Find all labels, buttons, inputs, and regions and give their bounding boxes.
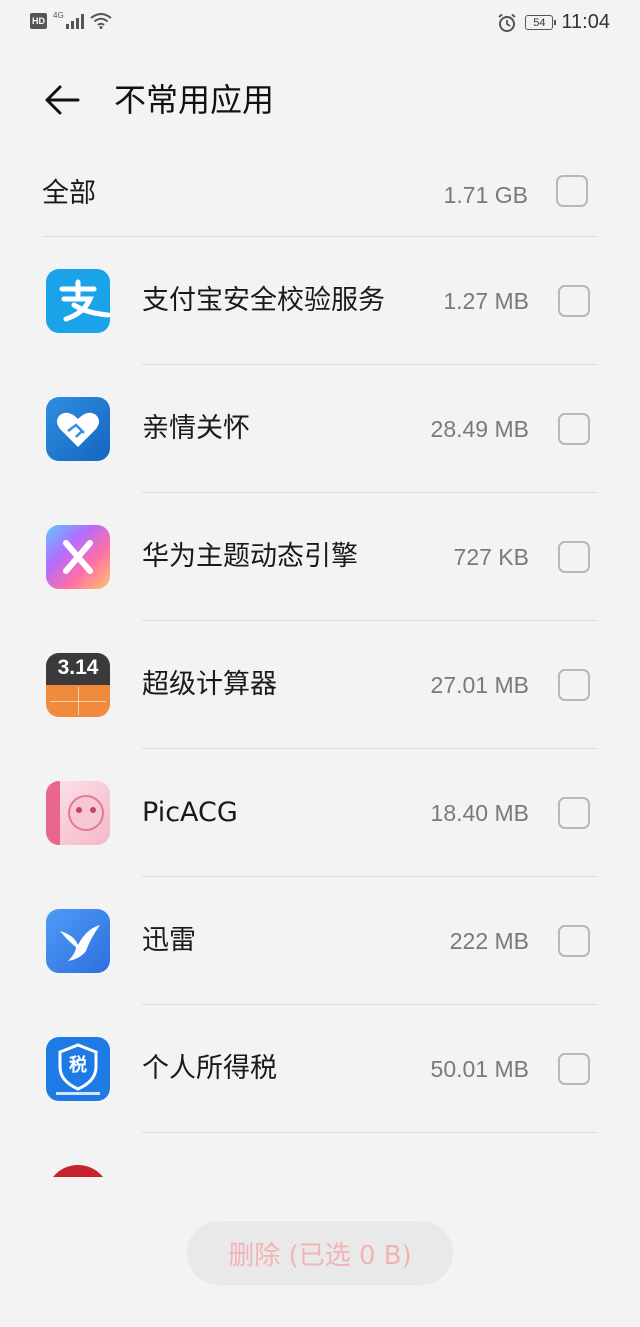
tax-icon-glyph: 税 xyxy=(69,1055,87,1076)
app-checkbox[interactable] xyxy=(558,669,590,701)
list-item[interactable]: 3.14 超级计算器 27.01 MB xyxy=(0,621,640,749)
arrow-left-icon xyxy=(45,85,80,115)
app-size: 50.01 MB xyxy=(430,1056,529,1082)
calculator-icon: 3.14 xyxy=(46,653,110,717)
list-item[interactable]: 华为主题动态引擎 727 KB xyxy=(0,493,640,621)
app-checkbox[interactable] xyxy=(558,925,590,957)
app-checkbox[interactable] xyxy=(558,1053,590,1085)
list-item[interactable]: PicACG 18.40 MB xyxy=(0,749,640,877)
app-name: 亲情关怀 xyxy=(142,413,250,444)
battery-indicator: 54 xyxy=(525,15,557,30)
xunlei-bird-icon xyxy=(46,909,110,973)
status-bar: HD 4G 54 11:04 xyxy=(0,0,640,48)
calculator-display-text: 3.14 xyxy=(57,656,99,679)
list-item[interactable]: 税 个人所得税 50.01 MB xyxy=(0,1005,640,1133)
select-all-row[interactable]: 全部 1.71 GB xyxy=(42,160,598,237)
alipay-icon xyxy=(46,269,110,333)
picacg-icon xyxy=(46,781,110,845)
list-item[interactable]: 亲情关怀 28.49 MB xyxy=(0,365,640,493)
app-name: 个人所得税 xyxy=(142,1053,277,1084)
signal-icon xyxy=(65,13,84,29)
app-size: 27.01 MB xyxy=(430,672,529,698)
heart-handshake-icon xyxy=(46,397,110,461)
app-list: 支付宝安全校验服务 1.27 MB 亲情关怀 28.49 MB 华为主题动态引擎… xyxy=(0,237,640,1133)
alarm-icon xyxy=(498,13,517,32)
wifi-icon xyxy=(90,13,112,29)
total-size: 1.71 GB xyxy=(443,182,528,208)
app-icon-partial xyxy=(46,1165,110,1177)
app-checkbox[interactable] xyxy=(558,285,590,317)
app-size: 727 KB xyxy=(453,544,529,570)
app-name: PicACG xyxy=(142,797,238,828)
list-item[interactable]: 迅雷 222 MB xyxy=(0,877,640,1005)
app-size: 18.40 MB xyxy=(430,800,529,826)
app-name: 超级计算器 xyxy=(142,669,277,700)
select-all-label: 全部 xyxy=(42,178,96,209)
header: 不常用应用 xyxy=(0,70,640,130)
back-button[interactable] xyxy=(40,78,84,122)
app-size: 28.49 MB xyxy=(430,416,529,442)
page-title: 不常用应用 xyxy=(114,81,275,119)
list-item[interactable]: 支付宝安全校验服务 1.27 MB xyxy=(0,237,640,365)
app-checkbox[interactable] xyxy=(558,413,590,445)
theme-engine-icon xyxy=(46,525,110,589)
app-name: 迅雷 xyxy=(142,925,196,956)
network-type: 4G xyxy=(53,10,64,20)
tax-shield-icon: 税 xyxy=(46,1037,110,1101)
delete-button[interactable]: 删除 (已选 0 B) xyxy=(187,1221,453,1285)
app-name: 支付宝安全校验服务 xyxy=(142,285,385,316)
divider xyxy=(142,1132,598,1133)
select-all-checkbox[interactable] xyxy=(556,175,588,207)
app-size: 222 MB xyxy=(449,928,529,954)
clock: 11:04 xyxy=(561,11,610,33)
app-checkbox[interactable] xyxy=(558,541,590,573)
app-name: 华为主题动态引擎 xyxy=(142,541,358,572)
app-checkbox[interactable] xyxy=(558,797,590,829)
app-size: 1.27 MB xyxy=(443,288,529,314)
hd-badge: HD xyxy=(30,13,47,29)
